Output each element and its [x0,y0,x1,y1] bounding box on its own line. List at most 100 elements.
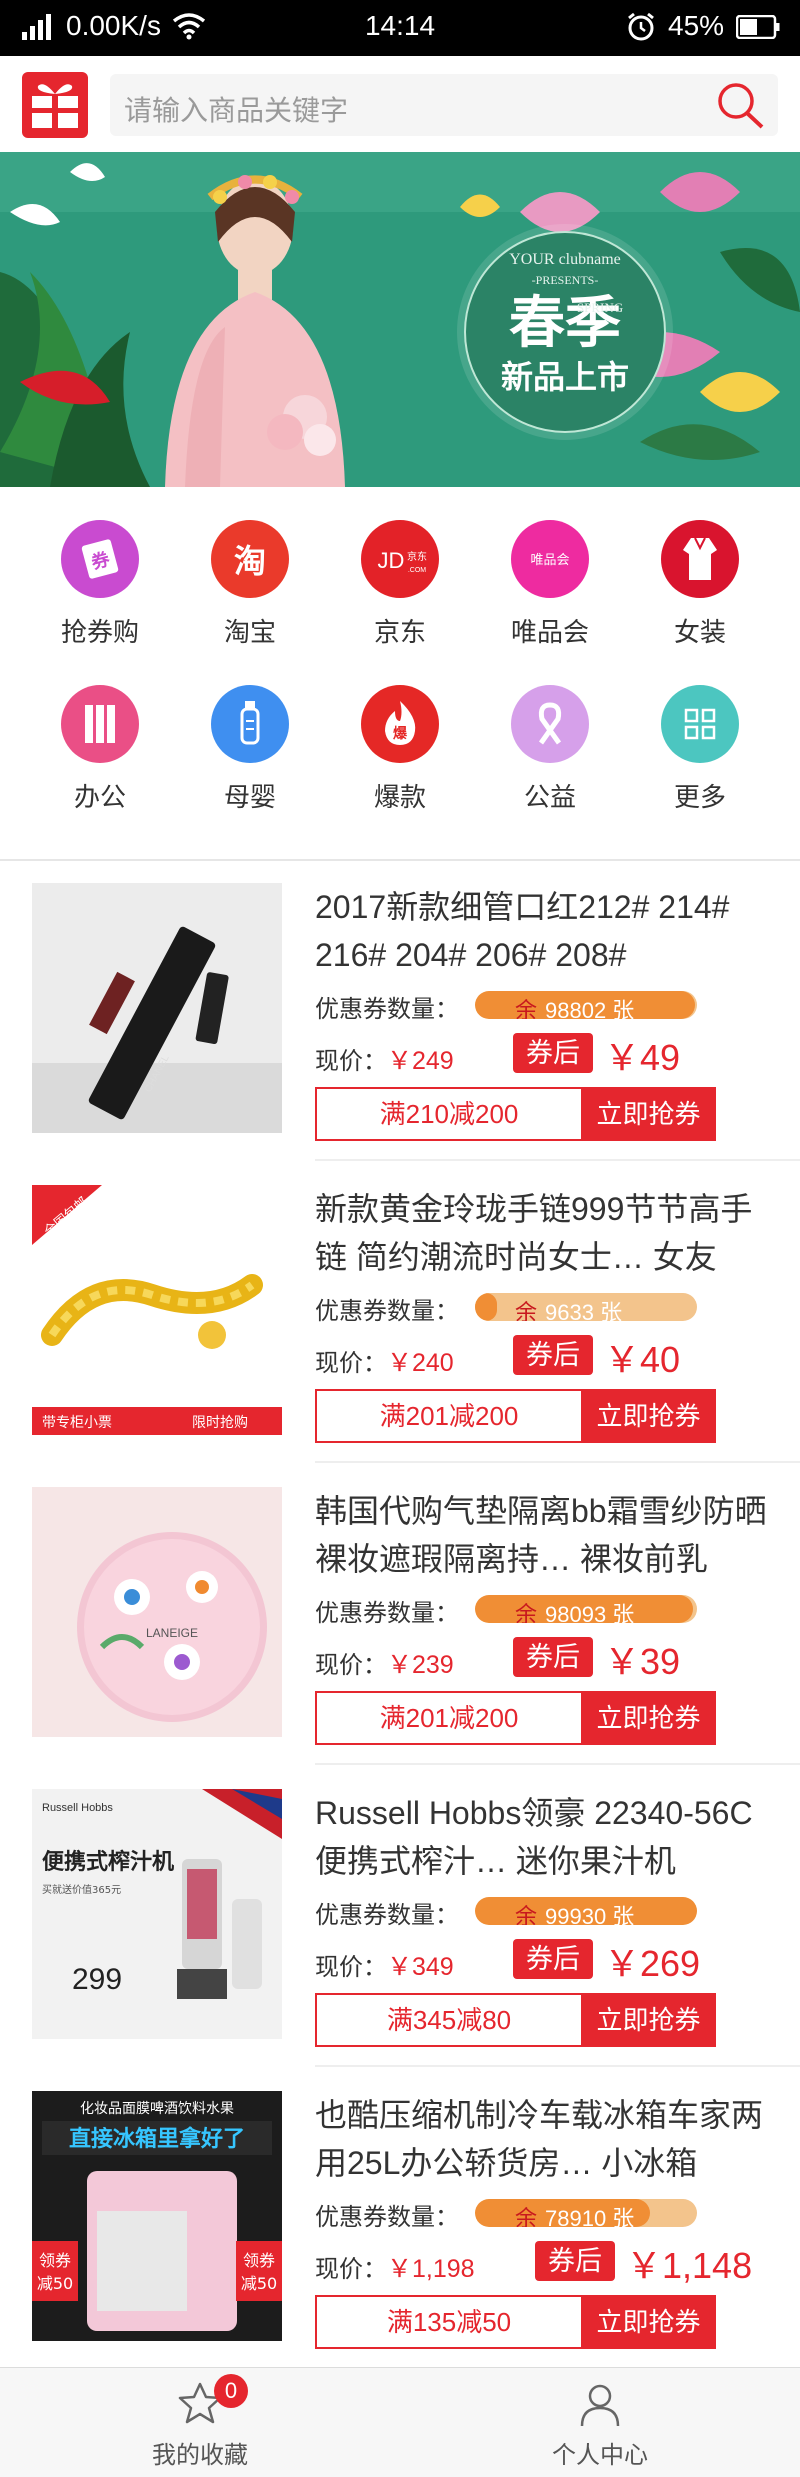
product-image[interactable]: CHANEL [32,883,282,1133]
svg-text:买就送价值365元: 买就送价值365元 [42,1883,121,1896]
logo-icon [32,84,78,128]
product-image[interactable]: LANEIGE [32,1487,282,1737]
category-coupon[interactable]: 券 抢券购 [25,520,175,649]
nav-profile[interactable]: 个人中心 [500,2380,700,2470]
search-input[interactable]: 请输入商品关键字 [124,89,348,129]
vip-icon: 唯品会 [511,520,589,598]
product-title[interactable]: 也酷压缩机制冷车载冰箱车家两用25L办公轿货房… 小冰箱 [315,2091,770,2187]
product-image[interactable]: 全国包邮 带专柜小票 限时抢购 [32,1185,282,1435]
row-divider [315,1461,800,1463]
category-label: 唯品会 [510,617,589,647]
coupon-button[interactable]: 满135减50 [315,2295,583,2349]
product-card[interactable]: 化妆品面膜啤酒饮料水果 直接冰箱里拿好了 领券 减50 领券 减50 也酷压缩机… [0,2069,800,2369]
product-title[interactable]: 2017新款细管口红212# 214# 216# 204# 206# 208# [315,883,770,979]
category-hot[interactable]: 爆 爆款 [325,685,475,814]
grab-coupon-button[interactable]: 立即抢券 [581,1389,716,1443]
product-title[interactable]: Russell Hobbs领豪 22340-56C便携式榨汁… 迷你果汁机 [315,1789,770,1885]
coupon-qty: 99930 张 [545,1904,635,1925]
row-divider [315,2065,800,2067]
product-title[interactable]: 新款黄金玲珑手链999节节高手链 简约潮流时尚女士… 女友 [315,1185,770,1281]
coupon-qty: 98093 张 [545,1602,635,1623]
category-vip[interactable]: 唯品会 唯品会 [475,520,625,649]
coupon-qty-bar: 余 98093 张 [475,1595,697,1623]
coupon-qty-fill [475,1293,498,1321]
category-charity[interactable]: 公益 [475,685,625,814]
coupon-qty-label: 优惠券数量： [315,1902,459,1929]
svg-text:减50: 减50 [241,2274,277,2293]
taobao-icon: 淘 [211,520,289,598]
banner-spring-word: SPRING [577,300,623,315]
grab-coupon-button[interactable]: 立即抢券 [581,1993,716,2047]
price-row: 现价：￥1,198 [315,2249,475,2285]
product-image[interactable]: 化妆品面膜啤酒饮料水果 直接冰箱里拿好了 领券 减50 领券 减50 [32,2091,282,2341]
price-row: 现价：￥349 [315,1947,454,1983]
svg-text:淘: 淘 [234,542,266,580]
remaining-label: 余 [515,2206,538,2227]
nav-profile-label: 个人中心 [552,2442,648,2469]
category-office[interactable]: 办公 [25,685,175,814]
category-label: 公益 [523,782,576,812]
product-title[interactable]: 韩国代购气垫隔离bb霜雪纱防晒裸妆遮瑕隔离持… 裸妆前乳 [315,1487,770,1583]
category-label: 爆款 [373,782,426,812]
row-divider [315,1763,800,1765]
category-taobao[interactable]: 淘 淘宝 [175,520,325,649]
remaining-label: 余 [515,1300,538,1321]
category-label: 淘宝 [223,617,276,647]
status-bar: 0.00K/s 14:14 45% [0,0,800,56]
coupon-button[interactable]: 满210减200 [315,1087,583,1141]
remaining-label: 余 [515,998,538,1019]
coupon-qty: 9633 张 [545,1300,623,1321]
grid-icon [661,685,739,763]
product-card[interactable]: Russell Hobbs 便携式榨汁机 买就送价值365元 299 Russe… [0,1767,800,2067]
after-coupon-price: ￥49 [604,1037,681,1078]
category-jd[interactable]: JD 京东 .COM 京东 [325,520,475,649]
books-icon [61,685,139,763]
banner-sub-text: YOUR clubname [509,251,621,268]
coupon-button[interactable]: 满345减80 [315,1993,583,2047]
grab-coupon-button[interactable]: 立即抢券 [581,1691,716,1745]
row-divider [315,1159,800,1161]
product-card[interactable]: CHANEL 2017新款细管口红212# 214# 216# 204# 206… [0,861,800,1161]
price-label: 现价： [315,1652,387,1679]
dress-icon [661,520,739,598]
coupon-button[interactable]: 满201减200 [315,1691,583,1745]
category-label: 母婴 [223,782,276,812]
product-image[interactable]: Russell Hobbs 便携式榨汁机 买就送价值365元 299 [32,1789,282,2039]
coupon-qty-label: 优惠券数量： [315,1298,459,1325]
star-icon [176,2382,224,2432]
grab-coupon-button[interactable]: 立即抢券 [581,2295,716,2349]
jd-icon: JD 京东 .COM [361,520,439,598]
category-label: 京东 [373,617,426,647]
category-label: 更多 [673,782,726,812]
nav-favorites[interactable]: 0 我的收藏 [100,2374,300,2470]
current-price: ￥1,198 [387,2255,475,2283]
search-icon[interactable] [712,79,768,136]
svg-text:唯品会: 唯品会 [530,553,569,568]
category-more[interactable]: 更多 [625,685,775,814]
grab-coupon-button[interactable]: 立即抢券 [581,1087,716,1141]
search-box[interactable]: 请输入商品关键字 [110,74,778,136]
product-card[interactable]: LANEIGE 韩国代购气垫隔离bb霜雪纱防晒裸妆遮瑕隔离持… 裸妆前乳 优惠券… [0,1465,800,1765]
category-mother-baby[interactable]: 母婴 [175,685,325,814]
category-women-clothing[interactable]: 女装 [625,520,775,649]
remaining-label: 余 [515,1602,538,1623]
bottom-nav: 0 我的收藏 个人中心 [0,2367,800,2477]
category-label: 抢券购 [60,617,139,647]
svg-text:领券: 领券 [39,2251,71,2270]
after-coupon-price: ￥39 [604,1641,681,1682]
app-logo[interactable] [22,72,88,138]
bottle-icon [211,685,289,763]
svg-text:减50: 减50 [37,2274,73,2293]
price-label: 现价： [315,1048,387,1075]
svg-text:直接冰箱里拿好了: 直接冰箱里拿好了 [69,2126,245,2152]
coupon-qty-bar: 余 78910 张 [475,2199,697,2227]
coupon-qty: 78910 张 [545,2206,635,2227]
after-coupon-tag: 券后 [513,1637,593,1677]
coupon-button[interactable]: 满201减200 [315,1389,583,1443]
promo-banner[interactable]: YOUR clubname -PRESENTS- 春季 SPRING 新品上市 [0,152,800,487]
price-row: 现价：￥239 [315,1645,454,1681]
product-card[interactable]: 全国包邮 带专柜小票 限时抢购 新款黄金玲珑手链999节节高手链 简约潮流时尚女… [0,1163,800,1463]
svg-text:.COM: .COM [408,567,426,574]
user-icon [576,2384,624,2432]
after-coupon-tag: 券后 [535,2241,615,2281]
